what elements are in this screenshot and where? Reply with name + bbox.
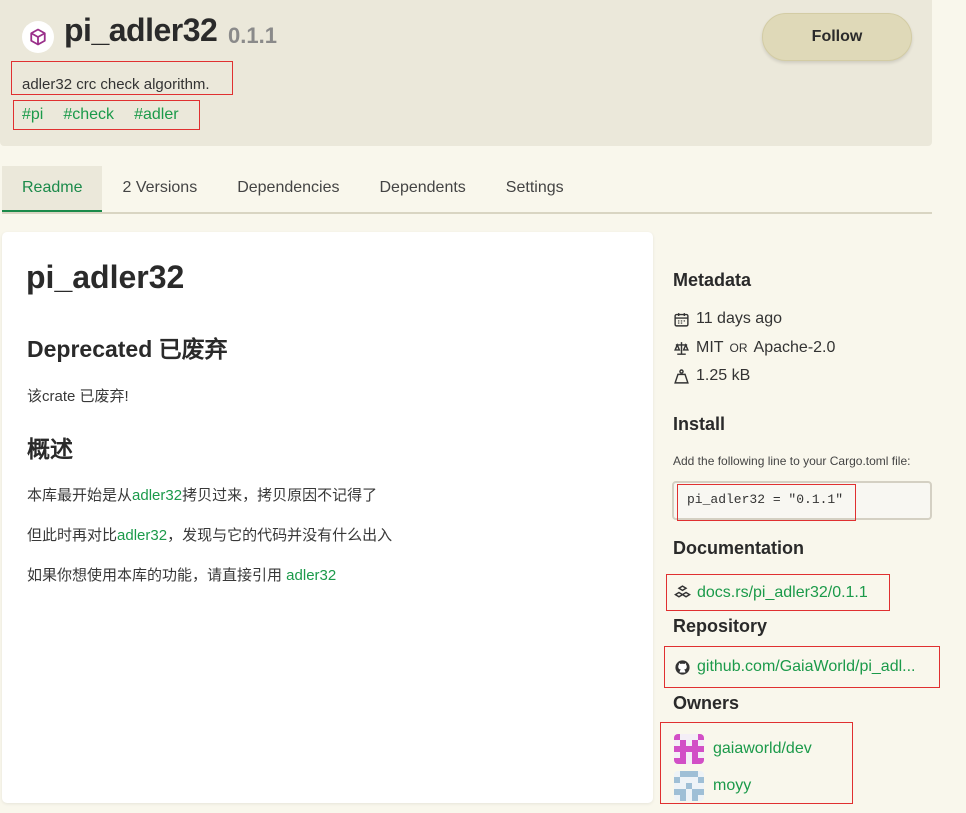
install-heading: Install [673,414,726,434]
keyword-link[interactable]: #check [63,106,114,124]
crate-version: 0.1.1 [228,23,277,48]
size-row: 1.25 kB [673,367,750,385]
overview-heading: 概述 [27,436,73,462]
crate-cube-icon [22,21,54,53]
paragraph-text: 本库最开始是从 [27,487,133,504]
crate-header: pi_adler32 0.1.1 Follow adler32 crc chec… [0,0,932,146]
paragraph-text: 拷贝过来，拷贝原因不记得了 [182,487,378,504]
crate-description: adler32 crc check algorithm. [11,61,233,95]
github-icon [675,659,690,675]
owners-heading: Owners [673,693,740,713]
adler32-link[interactable]: adler32 [286,567,336,584]
scale-icon [674,341,689,355]
owner-link[interactable]: moyy [713,777,751,795]
deprecated-text: 该crate 已废弃! [27,388,129,405]
size-text: 1.25 kB [696,367,751,384]
avatar [674,734,704,764]
owner-item[interactable]: gaiaworld/dev [674,734,812,764]
tab-dependencies[interactable]: Dependencies [217,166,359,210]
updated-text: 11 days ago [696,310,782,327]
adler32-link[interactable]: adler32 [132,487,182,504]
readme-title: pi_adler32 [26,259,185,295]
documentation-row: docs.rs/pi_adler32/0.1.1 [666,574,890,611]
license-or: OR [729,341,748,355]
paragraph-text: ，发现与它的代码并没有什么出入 [167,527,393,544]
readme-paragraph: 如果你想使用本库的功能，请直接引用 adler32 [27,564,336,585]
license-row: MIT OR Apache-2.0 [673,339,835,357]
documentation-link[interactable]: docs.rs/pi_adler32/0.1.1 [697,584,868,602]
license-apache[interactable]: Apache-2.0 [754,339,836,357]
updated-row: 11 days ago [673,310,782,328]
owner-item[interactable]: moyy [674,771,751,801]
readme-paragraph: 但此时再对比adler32，发现与它的代码并没有什么出入 [27,524,392,545]
repository-link[interactable]: github.com/GaiaWorld/pi_adl... [697,658,915,676]
deprecated-heading: Deprecated 已废弃 [27,336,228,362]
install-code[interactable]: pi_adler32 = "0.1.1" [677,484,856,521]
tab-settings[interactable]: Settings [486,166,584,210]
crate-tabs: Readme 2 Versions Dependencies Dependent… [2,166,932,214]
calendar-icon [674,312,689,327]
repository-row: github.com/GaiaWorld/pi_adl... [664,646,940,688]
license-mit[interactable]: MIT [696,339,724,357]
adler32-link[interactable]: adler32 [117,527,167,544]
paragraph-text: 但此时再对比 [27,527,118,544]
paragraph-text: 如果你想使用本库的功能，请直接引用 [27,567,287,584]
crate-title: pi_adler32 [64,12,218,48]
follow-button[interactable]: Follow [762,13,912,61]
keyword-link[interactable]: #adler [134,106,178,124]
readme-panel [2,232,653,803]
docs-rs-icon [674,585,691,598]
keyword-list: #pi #check #adler [13,100,200,130]
readme-paragraph: 本库最开始是从adler32拷贝过来，拷贝原因不记得了 [27,484,377,505]
documentation-heading: Documentation [673,538,805,558]
weight-icon [674,368,689,384]
install-hint: Add the following line to your Cargo.tom… [673,454,911,468]
avatar [674,771,704,801]
metadata-heading: Metadata [673,270,752,290]
tab-versions[interactable]: 2 Versions [102,166,217,210]
tab-dependents[interactable]: Dependents [360,166,486,210]
keyword-link[interactable]: #pi [22,106,43,124]
tab-readme[interactable]: Readme [2,166,103,212]
repository-heading: Repository [673,616,768,636]
owner-link[interactable]: gaiaworld/dev [713,740,812,758]
